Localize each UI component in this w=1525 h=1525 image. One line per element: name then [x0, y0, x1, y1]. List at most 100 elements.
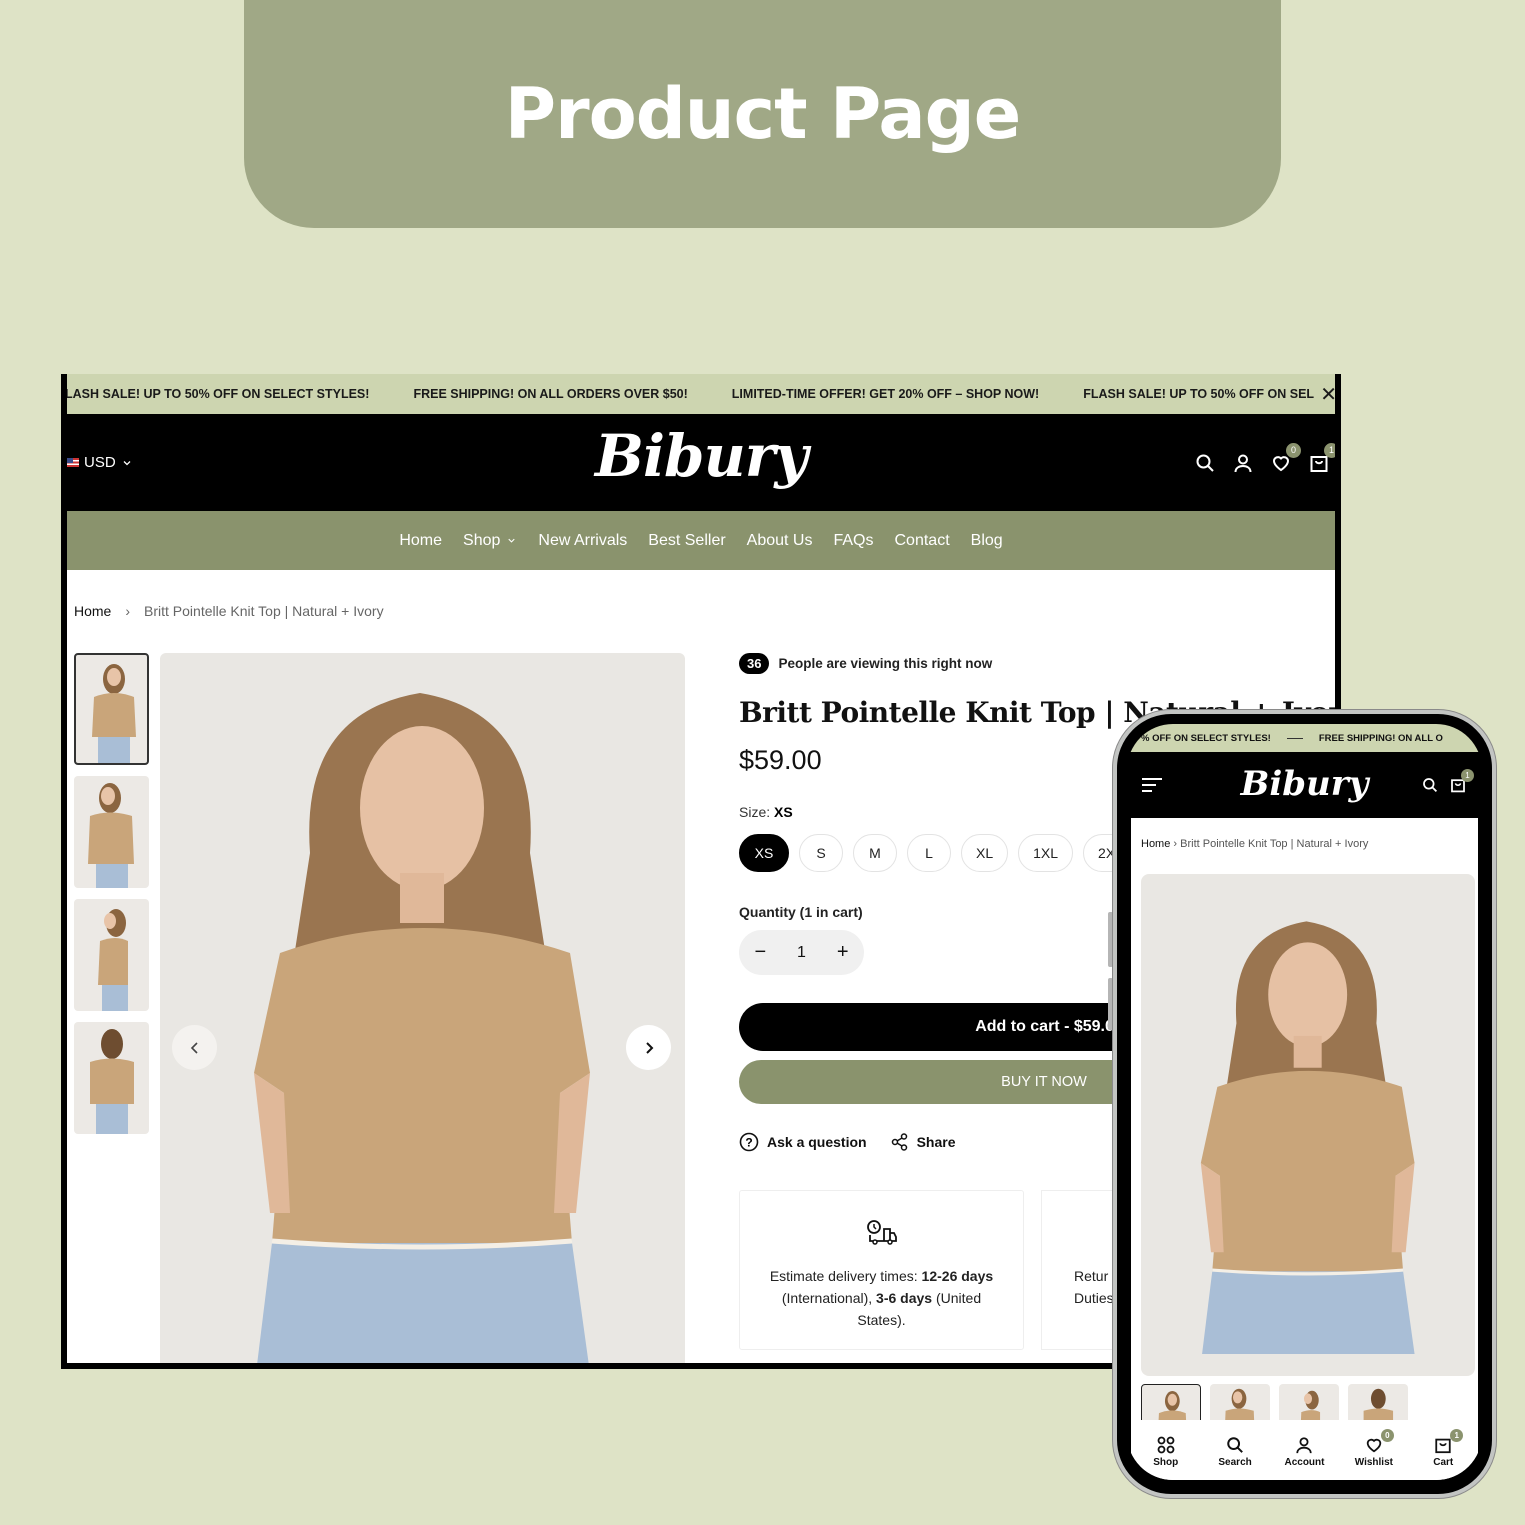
delivery-international-days: 12-26 days [921, 1268, 994, 1284]
share-label: Share [916, 1134, 956, 1150]
breadcrumb-home[interactable]: Home [1141, 838, 1170, 850]
mobile-main-product-image [1141, 874, 1475, 1376]
tab-cart[interactable]: 1 Cart [1413, 1429, 1473, 1468]
ticker-message: FLASH SALE! UP TO 50% OFF ON SELEC [1083, 387, 1332, 401]
previous-image-button[interactable] [172, 1025, 217, 1070]
ticker-separator [1286, 737, 1303, 739]
cart-count-badge: 1 [1324, 442, 1335, 458]
mobile-page-body: Home › Britt Pointelle Knit Top | Natura… [1131, 818, 1478, 1480]
tab-label: Cart [1433, 1457, 1454, 1468]
search-icon[interactable] [1422, 777, 1438, 793]
decrease-quantity-button[interactable]: − [754, 941, 766, 964]
size-option-s[interactable]: S [799, 834, 843, 872]
mobile-header: Bibury 1 [1127, 752, 1482, 818]
cart-count-badge: 1 [1461, 769, 1474, 782]
svg-text:?: ? [745, 1136, 752, 1150]
nav-contact[interactable]: Contact [895, 532, 950, 550]
cart-icon [1435, 1438, 1451, 1454]
thumbnail-1[interactable] [74, 653, 149, 765]
nav-best-seller[interactable]: Best Seller [648, 532, 725, 550]
breadcrumb-current: Britt Pointelle Knit Top | Natural + Ivo… [1180, 838, 1369, 850]
announcement-ticker: LASH SALE! UP TO 50% OFF ON SELECT STYLE… [67, 374, 1335, 414]
tab-shop[interactable]: Shop [1136, 1436, 1196, 1468]
account-icon[interactable] [1233, 453, 1253, 473]
cart-count-badge: 1 [1450, 1429, 1464, 1442]
ticker-message: FREE SHIPPING! ON ALL O [1318, 732, 1443, 744]
viewers-count-badge: 36 [739, 653, 770, 674]
wishlist-count-badge: 0 [1286, 442, 1301, 458]
hero-banner: Product Page [244, 0, 1281, 228]
nav-new-arrivals[interactable]: New Arrivals [538, 532, 627, 550]
breadcrumb-separator: › [1173, 838, 1178, 850]
chevron-left-icon [190, 1041, 198, 1054]
size-selected-value: XS [774, 804, 793, 820]
currency-selector[interactable]: USD [67, 454, 133, 471]
search-icon[interactable] [1195, 453, 1215, 473]
site-header: USD Bibury 0 1 [67, 414, 1335, 511]
thumbnail-4[interactable] [74, 1022, 149, 1134]
size-option-m[interactable]: M [853, 834, 897, 872]
live-viewers: 36 People are viewing this right now [739, 653, 1335, 674]
menu-icon[interactable] [1141, 777, 1163, 793]
close-icon[interactable]: ✕ [1314, 382, 1335, 407]
tab-label: Wishlist [1354, 1457, 1393, 1468]
tab-label: Account [1284, 1457, 1325, 1468]
ask-question-label: Ask a question [767, 1134, 867, 1150]
delivery-text-2: (International), [781, 1290, 877, 1306]
product-photo [1200, 921, 1415, 1355]
thumbnail-2[interactable] [74, 776, 149, 888]
chevron-down-icon [123, 460, 131, 465]
tab-account[interactable]: Account [1274, 1436, 1334, 1468]
cart-icon[interactable]: 1 [1450, 769, 1474, 793]
nav-faqs[interactable]: FAQs [833, 532, 873, 550]
thumbnail-3[interactable] [74, 899, 149, 1011]
size-option-l[interactable]: L [907, 834, 951, 872]
main-product-image [160, 653, 685, 1363]
ask-question-link[interactable]: ? Ask a question [739, 1132, 867, 1152]
banner-title: Product Page [504, 73, 1021, 155]
user-icon [1296, 1437, 1313, 1454]
tab-label: Shop [1153, 1457, 1179, 1468]
delivery-text-1: Estimate delivery times: [769, 1268, 922, 1284]
size-label-text: Size: [739, 804, 771, 820]
quantity-value[interactable]: 1 [797, 944, 806, 962]
breadcrumb-home[interactable]: Home [74, 603, 111, 619]
nav-home[interactable]: Home [399, 532, 442, 550]
tab-label: Search [1218, 1457, 1252, 1468]
mobile-mockup: % OFF ON SELECT STYLES! FREE SHIPPING! O… [1113, 710, 1496, 1498]
tab-wishlist[interactable]: 0 Wishlist [1344, 1429, 1404, 1468]
nav-about-us[interactable]: About Us [747, 532, 813, 550]
ticker-message: % OFF ON SELECT STYLES! [1141, 732, 1271, 744]
thumbnail-list [74, 653, 149, 1145]
product-photo [254, 693, 590, 1363]
size-option-1xl[interactable]: 1XL [1018, 834, 1074, 872]
ticker-message: FREE SHIPPING! ON ALL ORDERS OVER $50! [413, 387, 688, 401]
mobile-announcement-ticker: % OFF ON SELECT STYLES! FREE SHIPPING! O… [1127, 724, 1482, 752]
mobile-site-logo[interactable]: Bibury [1241, 764, 1369, 804]
question-circle-icon: ? [739, 1132, 759, 1152]
nav-shop[interactable]: Shop [463, 532, 517, 550]
delivery-info-card: Estimate delivery times: 12-26 days (Int… [739, 1190, 1024, 1350]
cart-icon[interactable]: 1 [1309, 442, 1335, 473]
size-option-xl[interactable]: XL [961, 834, 1009, 872]
wishlist-count-badge: 0 [1380, 1429, 1394, 1442]
chevron-right-icon [645, 1041, 653, 1054]
mobile-bottom-tabbar: Shop Search Account 0 Wishlist 1 Cart [1131, 1420, 1478, 1480]
wishlist-icon[interactable]: 0 [1271, 442, 1301, 473]
share-link[interactable]: Share [891, 1132, 956, 1152]
nav-blog[interactable]: Blog [971, 532, 1003, 550]
next-image-button[interactable] [626, 1025, 671, 1070]
ticker-message: LASH SALE! UP TO 50% OFF ON SELECT STYLE… [67, 387, 370, 401]
tab-search[interactable]: Search [1205, 1436, 1265, 1468]
main-nav: Home Shop New Arrivals Best Seller About… [67, 511, 1335, 570]
search-icon [1227, 1437, 1243, 1453]
heart-icon [1366, 1438, 1382, 1453]
currency-label: USD [84, 454, 116, 471]
viewers-text: People are viewing this right now [778, 656, 993, 671]
ticker-message: LIMITED-TIME OFFER! GET 20% OFF – SHOP N… [731, 387, 1040, 401]
site-logo[interactable]: Bibury [595, 422, 808, 490]
breadcrumb-current: Britt Pointelle Knit Top | Natural + Ivo… [144, 603, 384, 619]
delivery-truck-icon [866, 1220, 897, 1245]
size-option-xs[interactable]: XS [739, 834, 789, 872]
increase-quantity-button[interactable]: + [837, 941, 849, 964]
